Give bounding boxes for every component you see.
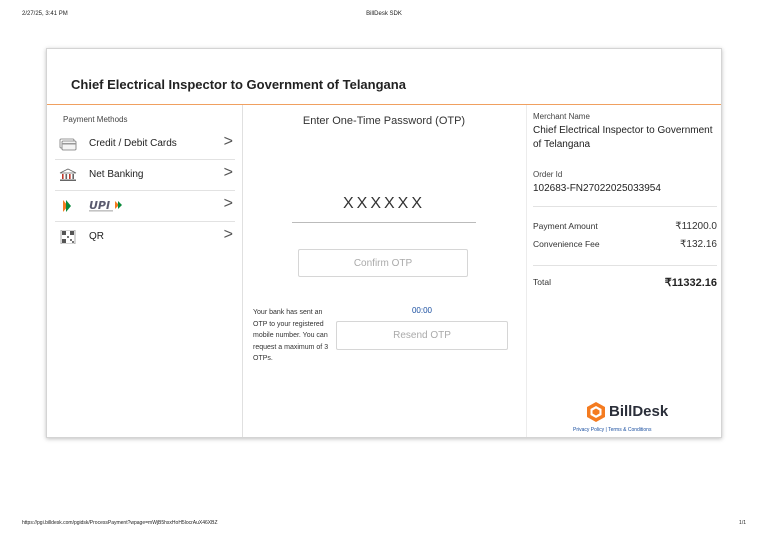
privacy-terms-links[interactable]: Privacy Policy | Terms & Conditions (573, 427, 651, 433)
otp-input[interactable]: XXXXXX (292, 195, 476, 213)
payment-amount-row: Payment Amount ₹11200.0 (533, 221, 717, 232)
title-divider (47, 104, 721, 105)
page-title: Chief Electrical Inspector to Government… (71, 77, 406, 92)
merchant-name-value: Chief Electrical Inspector to Government… (533, 125, 713, 150)
total-row: Total ₹11332.16 (533, 277, 717, 289)
merchant-divider (533, 206, 717, 207)
chevron-right-icon: > (223, 133, 233, 150)
payment-amount-label: Payment Amount (533, 221, 598, 231)
print-title: BillDesk SDK (366, 11, 402, 17)
qr-icon (59, 229, 77, 245)
payment-method-label: Net Banking (89, 169, 144, 180)
total-value: ₹11332.16 (664, 277, 717, 289)
otp-underline (292, 222, 476, 223)
chevron-right-icon: > (223, 164, 233, 181)
order-id-label: Order Id (533, 170, 563, 179)
otp-timer: 00:00 (411, 306, 433, 315)
upi-logo-icon (59, 199, 77, 213)
card-icon (59, 137, 77, 151)
payment-methods-list: Credit / Debit Cards > Net Banking > UPI… (55, 129, 235, 253)
billdesk-brand-name: BillDesk (609, 403, 669, 420)
otp-heading: Enter One-Time Password (OTP) (302, 115, 466, 127)
otp-info-text: Your bank has sent an OTP to your regist… (253, 309, 329, 362)
convenience-fee-row: Convenience Fee ₹132.16 (533, 239, 717, 250)
resend-otp-button[interactable]: Resend OTP (336, 321, 508, 350)
total-divider (533, 265, 717, 266)
convenience-fee-value: ₹132.16 (680, 239, 717, 250)
merchant-name-label: Merchant Name (533, 112, 590, 121)
payment-amount-value: ₹11200.0 (675, 221, 717, 232)
print-url: https://pgi.billdesk.com/pgidsk/ProcessP… (22, 520, 218, 526)
payment-method-netbanking[interactable]: Net Banking > (55, 160, 235, 191)
payment-method-label: Credit / Debit Cards (89, 138, 177, 149)
right-panel-divider (526, 105, 527, 437)
payment-methods-heading: Payment Methods (63, 115, 128, 124)
chevron-right-icon: > (223, 226, 233, 243)
bank-icon (59, 168, 77, 182)
left-panel-divider (242, 105, 243, 437)
payment-method-label: QR (89, 231, 104, 242)
billdesk-logo-icon (587, 402, 605, 422)
convenience-fee-label: Convenience Fee (533, 239, 600, 249)
chevron-right-icon: > (223, 195, 233, 212)
upi-logo-icon: UPI (89, 198, 133, 215)
payment-card: Chief Electrical Inspector to Government… (46, 48, 722, 438)
order-id-value: 102683-FN27022025033954 (533, 183, 661, 194)
svg-text:UPI: UPI (89, 199, 110, 212)
payment-method-qr[interactable]: QR > (55, 222, 235, 253)
payment-method-upi[interactable]: UPI > (55, 191, 235, 222)
total-label: Total (533, 277, 551, 287)
payment-method-cards[interactable]: Credit / Debit Cards > (55, 129, 235, 160)
confirm-otp-button[interactable]: Confirm OTP (298, 249, 468, 277)
print-page-number: 1/1 (739, 520, 746, 526)
